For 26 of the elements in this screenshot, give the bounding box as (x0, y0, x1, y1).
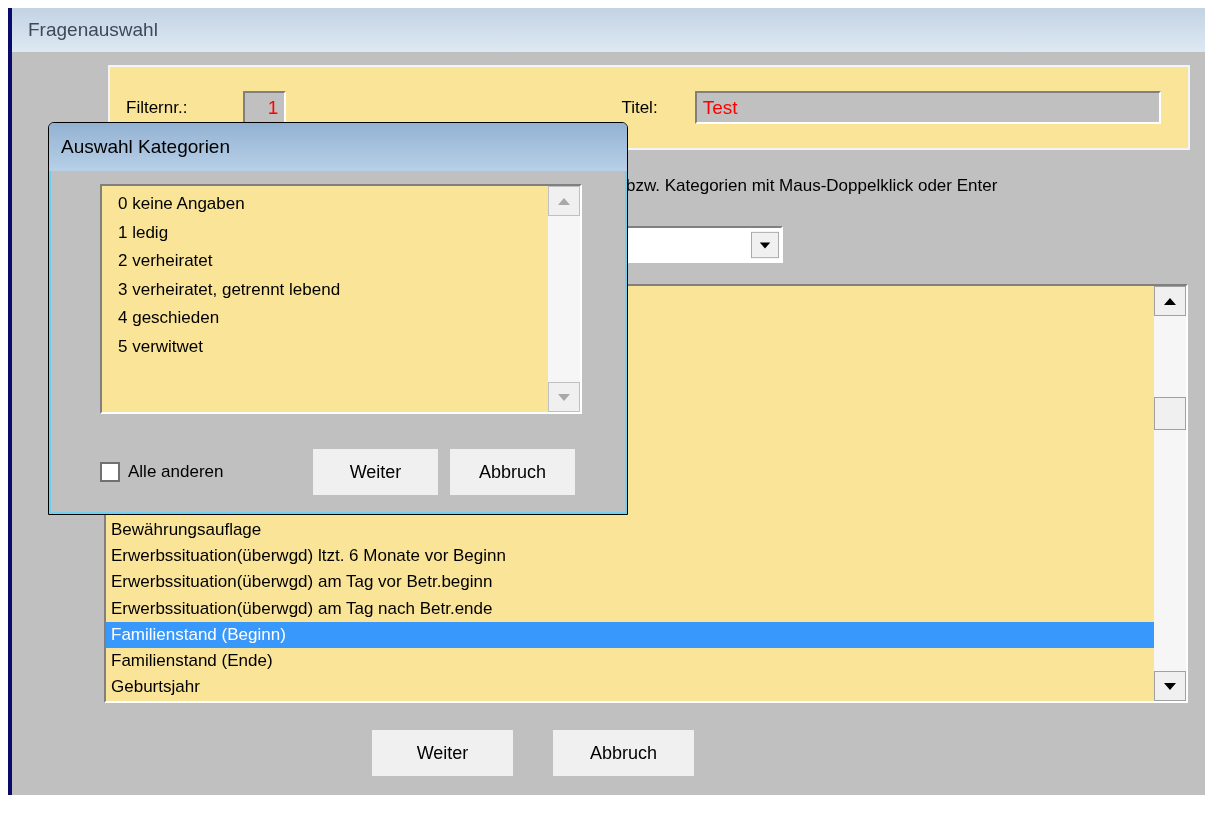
next-button[interactable]: Weiter (372, 730, 513, 776)
next-button[interactable]: Weiter (313, 449, 438, 495)
scroll-up-icon[interactable] (1154, 286, 1186, 316)
checkbox-label: Alle anderen (128, 462, 225, 482)
checkbox[interactable] (100, 462, 120, 482)
window-title: Fragenauswahl (12, 8, 1205, 52)
category-item[interactable]: 3 verheiratet, getrennt lebend (118, 275, 548, 305)
list-item[interactable]: Erwerbssituation(überwgd) ltzt. 6 Monate vor Beginn (106, 543, 1154, 570)
category-item[interactable]: 5 verwitwet (118, 332, 548, 362)
category-item[interactable]: 0 keine Angaben (118, 190, 548, 219)
dialog-title: Auswahl Kategorien (49, 123, 627, 171)
cancel-button[interactable]: Abbruch (553, 730, 694, 776)
list-item[interactable]: Familienstand (Ende) (106, 647, 1154, 675)
scroll-down-icon[interactable] (1154, 671, 1186, 701)
category-item[interactable]: 2 verheiratet (118, 247, 548, 276)
category-item[interactable]: 4 geschieden (118, 304, 548, 333)
title-label: Titel: (621, 97, 658, 118)
cancel-button[interactable]: Abbruch (450, 449, 575, 495)
category-item[interactable]: 1 ledig (118, 218, 548, 248)
list-item[interactable]: Erwerbssituation(überwgd) am Tag vor Betr.beginn (106, 569, 1154, 596)
list-item[interactable]: Bewährungsauflage (106, 517, 1154, 544)
scrollbar[interactable] (1154, 286, 1186, 701)
filter-number-label: Filternr.: (126, 97, 188, 118)
list-item[interactable]: Geburtsjahr (106, 674, 1154, 701)
list-item[interactable]: Erwerbssituation(überwgd) am Tag nach Betr.ende (106, 595, 1154, 622)
scroll-thumb[interactable] (1154, 397, 1186, 430)
